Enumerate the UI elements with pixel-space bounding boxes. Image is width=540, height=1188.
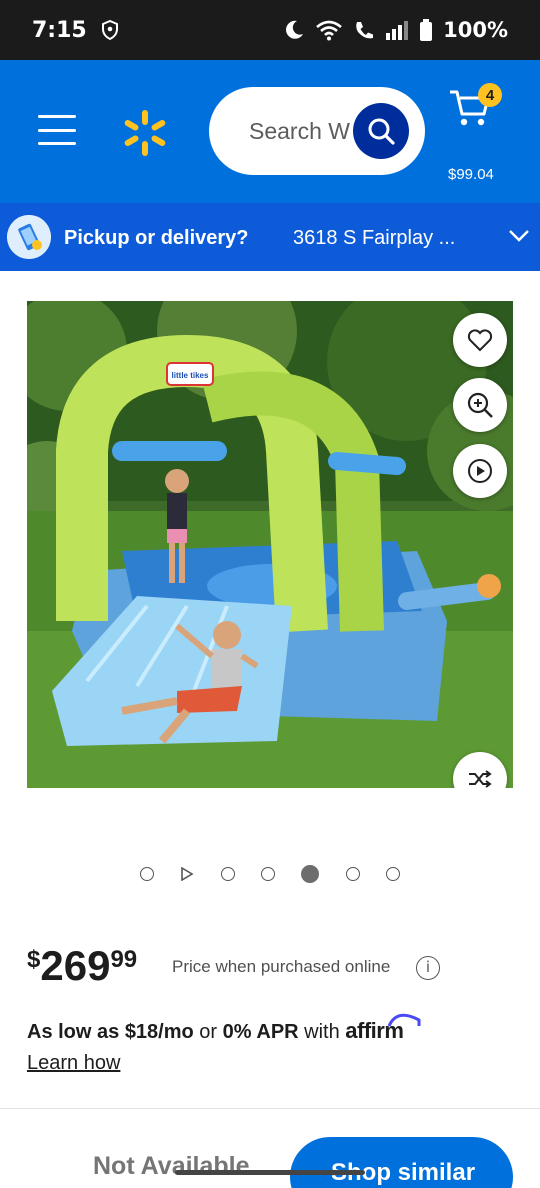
not-available-label: Not Available	[93, 1152, 250, 1180]
status-bar: 7:15 100%	[0, 0, 540, 60]
search-icon	[368, 118, 395, 145]
shield-icon	[101, 20, 118, 40]
search-placeholder: Search W	[249, 118, 350, 144]
cart-count-badge: 4	[478, 83, 502, 107]
financing-line: As low as $18/mo or 0% APR with affirm	[27, 1013, 421, 1044]
product-image[interactable]: little tikes	[27, 301, 513, 788]
pickup-label: Pickup or delivery?	[64, 227, 249, 249]
wifi-icon	[316, 20, 342, 41]
carousel-dot[interactable]	[220, 867, 235, 881]
zoom-in-icon	[467, 392, 493, 418]
shuffle-icon	[469, 770, 492, 788]
price-dollars: 269	[40, 942, 111, 989]
menu-icon[interactable]	[38, 115, 76, 145]
search-button[interactable]	[353, 103, 409, 159]
carousel-dot-active[interactable]	[301, 865, 320, 883]
signal-icon	[386, 21, 409, 40]
battery-percent: 100%	[443, 18, 508, 42]
image-carousel-indicators	[140, 864, 400, 884]
status-icons: 100%	[283, 18, 508, 42]
favorite-button[interactable]	[453, 313, 507, 367]
cart-total: $99.04	[448, 166, 494, 183]
pickup-phone-icon	[7, 215, 51, 259]
price-cents: 99	[110, 946, 138, 973]
gesture-bar	[175, 1170, 365, 1175]
carousel-dot[interactable]	[345, 867, 360, 881]
affirm-logo: affirm	[345, 1013, 421, 1043]
zoom-button[interactable]	[453, 378, 507, 432]
financing-monthly: As low as $18/mo	[27, 1021, 194, 1043]
financing-apr: 0% APR	[222, 1021, 299, 1043]
status-time: 7:15	[32, 17, 87, 43]
header: Search W 4 $99.04	[0, 60, 540, 203]
walmart-spark-logo[interactable]	[120, 108, 170, 158]
price-note: Price when purchased online	[172, 957, 391, 976]
pickup-address: 3618 S Fairplay ...	[293, 227, 456, 249]
financing-with: with	[298, 1021, 346, 1043]
svg-text:little tikes: little tikes	[172, 371, 209, 380]
play-icon	[468, 459, 492, 483]
pickup-delivery-bar[interactable]: Pickup or delivery? 3618 S Fairplay ...	[0, 203, 540, 271]
cart-button[interactable]: 4 $99.04	[448, 83, 508, 183]
price-symbol: $	[27, 946, 41, 973]
affirm-arc-icon	[387, 1013, 421, 1027]
learn-how-link[interactable]: Learn how	[27, 1052, 120, 1075]
search-input[interactable]: Search W	[209, 87, 425, 175]
battery-icon	[420, 19, 433, 41]
divider	[0, 1108, 540, 1109]
shop-similar-button[interactable]: Shop similar	[290, 1137, 513, 1188]
moon-icon	[286, 20, 304, 39]
carousel-dot[interactable]	[385, 867, 400, 881]
play-video-button[interactable]	[453, 444, 507, 498]
heart-icon	[467, 329, 493, 352]
carousel-video-icon[interactable]	[180, 867, 194, 881]
financing-or: or	[193, 1021, 223, 1043]
product-price: $ 269 99	[27, 940, 137, 992]
carousel-dot[interactable]	[140, 867, 154, 881]
carousel-dot[interactable]	[260, 867, 275, 881]
chevron-down-icon[interactable]	[508, 229, 530, 243]
wifi-calling-icon	[356, 22, 374, 39]
info-icon[interactable]: i	[416, 956, 440, 980]
bounce-house-image: little tikes	[27, 301, 513, 788]
